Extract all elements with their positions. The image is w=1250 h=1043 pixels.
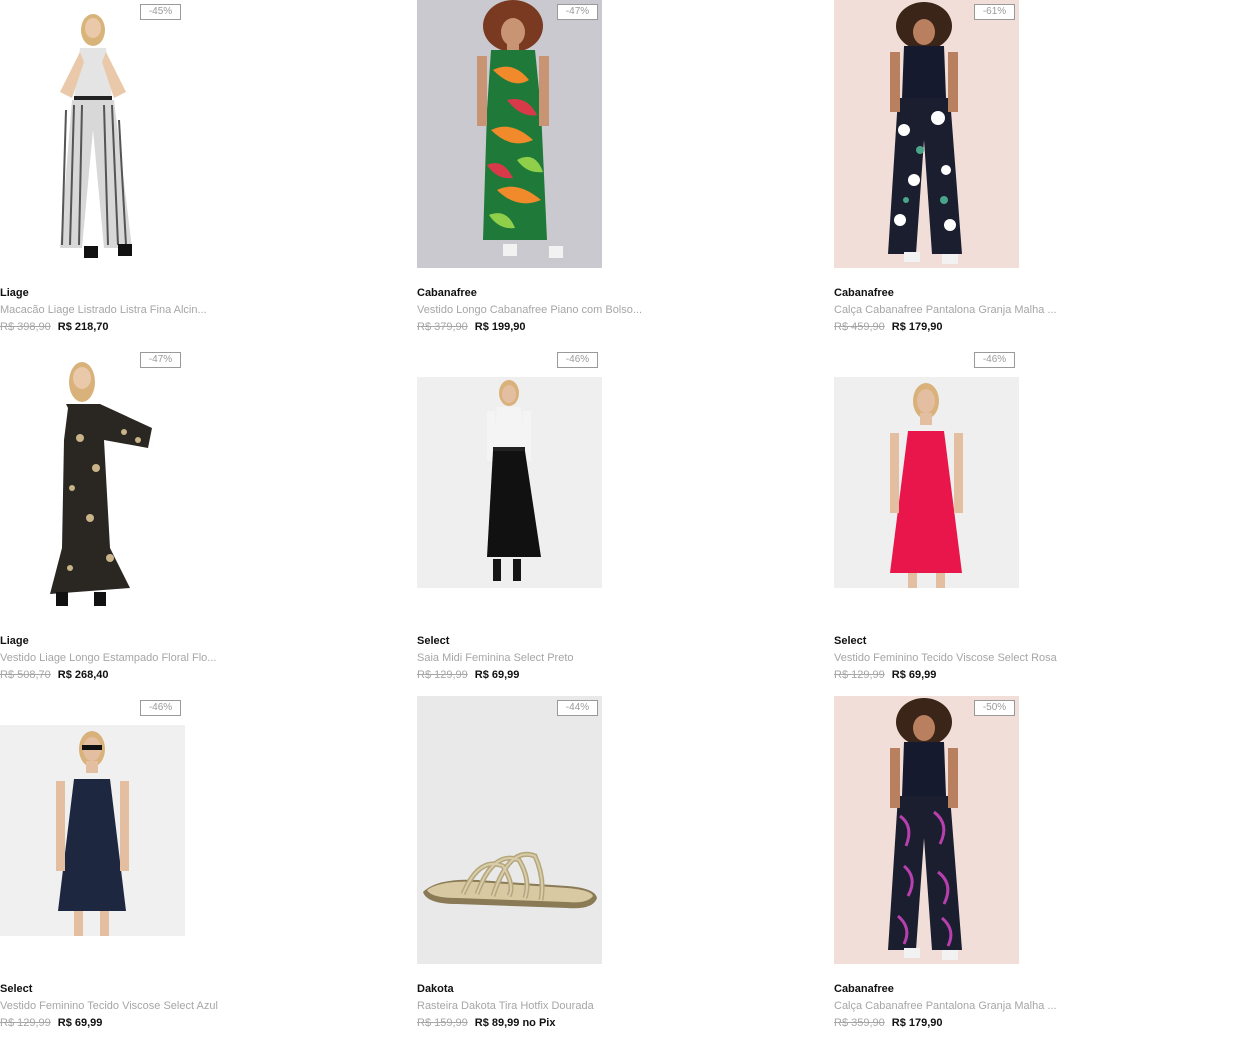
discount-badge: -45% xyxy=(140,4,181,20)
discount-badge: -44% xyxy=(557,700,598,716)
product-name[interactable]: Rasteira Dakota Tira Hotfix Dourada xyxy=(417,1000,594,1012)
original-price: R$ 129,99 xyxy=(417,669,468,681)
product-card[interactable]: -46% Select Vestido Feminino Tecido Visc… xyxy=(834,348,1234,693)
price-row: R$ 129,99 R$ 69,99 xyxy=(0,1017,102,1029)
product-brand: Select xyxy=(0,983,33,995)
sale-price: R$ 89,99 no Pix xyxy=(474,1017,556,1029)
price-row: R$ 359,90 R$ 179,90 xyxy=(834,1017,943,1029)
discount-badge: -46% xyxy=(557,352,598,368)
price-row: R$ 508,70 R$ 268,40 xyxy=(0,669,109,681)
product-image[interactable] xyxy=(0,725,185,936)
price-row: R$ 459,90 R$ 179,90 xyxy=(834,321,943,333)
product-card[interactable]: -44% Dakota Rasteira Dakota Tira Hotfix … xyxy=(417,696,817,1041)
product-image[interactable] xyxy=(417,377,602,588)
price-row: R$ 398,90 R$ 218,70 xyxy=(0,321,109,333)
product-image[interactable] xyxy=(834,377,1019,588)
product-image[interactable] xyxy=(417,696,602,964)
original-price: R$ 129,99 xyxy=(0,1017,51,1029)
product-image[interactable] xyxy=(834,0,1019,268)
product-image[interactable] xyxy=(0,348,160,616)
sale-price: R$ 199,90 xyxy=(474,321,526,333)
product-brand: Liage xyxy=(0,287,29,299)
product-name[interactable]: Saia Midi Feminina Select Preto xyxy=(417,652,574,664)
product-brand: Liage xyxy=(0,635,29,647)
original-price: R$ 398,90 xyxy=(0,321,51,333)
product-card[interactable]: -47% Liage Vestido Liage Longo Estampado… xyxy=(0,348,400,693)
price-row: R$ 129,99 R$ 69,99 xyxy=(834,669,936,681)
product-name[interactable]: Vestido Liage Longo Estampado Floral Flo… xyxy=(0,652,216,664)
product-card[interactable]: -46% Select Vestido Feminino Tecido Visc… xyxy=(0,696,400,1041)
sale-price: R$ 179,90 xyxy=(891,1017,943,1029)
discount-badge: -50% xyxy=(974,700,1015,716)
discount-badge: -61% xyxy=(974,4,1015,20)
product-brand: Cabanafree xyxy=(834,983,894,995)
original-price: R$ 379,90 xyxy=(417,321,468,333)
product-brand: Cabanafree xyxy=(834,287,894,299)
product-name[interactable]: Macacão Liage Listrado Listra Fina Alcin… xyxy=(0,304,207,316)
product-card[interactable]: -46% Select Saia Midi Feminina Select Pr… xyxy=(417,348,817,693)
product-name[interactable]: Calça Cabanafree Pantalona Granja Malha … xyxy=(834,304,1057,316)
original-price: R$ 159,99 xyxy=(417,1017,468,1029)
product-name[interactable]: Vestido Longo Cabanafree Piano com Bolso… xyxy=(417,304,642,316)
product-image[interactable] xyxy=(0,0,150,268)
sale-price: R$ 69,99 xyxy=(891,669,937,681)
sale-price: R$ 69,99 xyxy=(474,669,520,681)
original-price: R$ 129,99 xyxy=(834,669,885,681)
discount-badge: -46% xyxy=(974,352,1015,368)
sale-price: R$ 268,40 xyxy=(57,669,109,681)
product-grid: -45% Liage Macacão Liage Listrado Listra… xyxy=(0,0,1250,1043)
original-price: R$ 508,70 xyxy=(0,669,51,681)
discount-badge: -47% xyxy=(557,4,598,20)
product-card[interactable]: -50% Cabanafree Calça Cabanafree Pantalo… xyxy=(834,696,1234,1041)
price-row: R$ 129,99 R$ 69,99 xyxy=(417,669,519,681)
product-brand: Cabanafree xyxy=(417,287,477,299)
product-name[interactable]: Vestido Feminino Tecido Viscose Select R… xyxy=(834,652,1057,664)
product-card[interactable]: -45% Liage Macacão Liage Listrado Listra… xyxy=(0,0,400,345)
product-name[interactable]: Calça Cabanafree Pantalona Granja Malha … xyxy=(834,1000,1057,1012)
product-image[interactable] xyxy=(834,696,1019,964)
original-price: R$ 359,90 xyxy=(834,1017,885,1029)
product-image[interactable] xyxy=(417,0,602,268)
sale-price: R$ 218,70 xyxy=(57,321,109,333)
sale-price: R$ 179,90 xyxy=(891,321,943,333)
sale-price: R$ 69,99 xyxy=(57,1017,103,1029)
price-row: R$ 379,90 R$ 199,90 xyxy=(417,321,526,333)
discount-badge: -46% xyxy=(140,700,181,716)
price-row: R$ 159,99 R$ 89,99 no Pix xyxy=(417,1017,555,1029)
product-brand: Select xyxy=(834,635,867,647)
original-price: R$ 459,90 xyxy=(834,321,885,333)
product-card[interactable]: -61% Cabanafree Calça Cabanafree Pantalo… xyxy=(834,0,1234,345)
product-brand: Select xyxy=(417,635,450,647)
discount-badge: -47% xyxy=(140,352,181,368)
product-card[interactable]: -47% Cabanafree Vestido Longo Cabanafree… xyxy=(417,0,817,345)
product-name[interactable]: Vestido Feminino Tecido Viscose Select A… xyxy=(0,1000,218,1012)
product-brand: Dakota xyxy=(417,983,454,995)
